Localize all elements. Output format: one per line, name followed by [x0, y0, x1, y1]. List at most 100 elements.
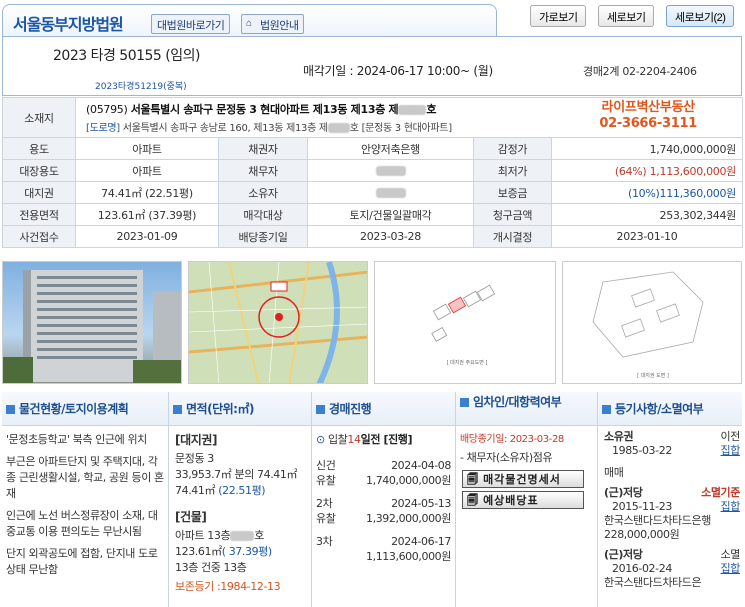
court-tab: 서울동부지방법원 대법원바로가기 ⌂ 법원안내 [2, 4, 497, 36]
progress-row: 2차 2024-05-13 유찰 1,392,000,000원 [316, 496, 451, 526]
progress-row: 3차 2024-06-17 1,113,600,000원 [316, 534, 451, 564]
registry-status: 소멸 [720, 548, 741, 561]
square-bullet-icon [316, 405, 325, 414]
registry-entry: (근)저당 소멸기준 [604, 486, 740, 500]
appraisal-label: 감정가 [473, 137, 552, 160]
floor-plan[interactable]: [ 대지권 주요도면 ] [374, 261, 556, 384]
redacted [398, 105, 427, 115]
preservation-registry: 보존등기 :1984-12-13 [175, 580, 281, 593]
claim-amount-label: 청구금액 [473, 203, 552, 226]
creditor-label: 채권자 [218, 137, 308, 160]
progress-title: 경매진행 [329, 402, 372, 416]
registry-link[interactable]: 집합 [721, 562, 741, 576]
document-icon: 🗐 [467, 474, 479, 486]
court-guide-button[interactable]: ⌂ 법원안내 [241, 14, 305, 34]
registry-status: 이전 [720, 430, 741, 443]
expected-dividend-label: 예상배당표 [483, 495, 539, 507]
progress-row-top: 2차 2024-05-13 [316, 496, 451, 511]
building-area-pyeong: ( 37.39평) [221, 545, 272, 558]
registry-type: (근)저당 [604, 486, 643, 499]
ledger-usage-value: 아파트 [75, 159, 219, 182]
registry-link[interactable]: 집합 [721, 444, 741, 458]
property-header: 물건현황/토지이용계획 [2, 392, 168, 426]
portrait-view2-button[interactable]: 세로보기(2) [666, 5, 735, 27]
related-case-link[interactable]: 2023타경51219(중복) [95, 79, 187, 92]
debtor-label: 채무자 [218, 159, 308, 182]
court-guide-label: 법원안내 [260, 20, 299, 32]
house-icon: ⌂ [246, 18, 252, 29]
appraisal-value: 1,740,000,000원 [550, 137, 744, 160]
property-section: 물건현황/토지이용계획 '문정초등학교' 북측 인근에 위치 부근은 아파트단지… [2, 392, 168, 607]
ledger-usage-label: 대장용도 [2, 159, 76, 182]
registry-entry: (근)저당 소멸 [604, 548, 740, 562]
building-area-sqm: 123.61㎡ [175, 545, 222, 558]
registry-amount: 228,000,000원 [604, 528, 680, 541]
square-bullet-icon [460, 398, 469, 407]
building-unit-text: 아파트 13층 [175, 529, 231, 542]
square-bullet-icon [173, 405, 182, 414]
progress-section: 경매진행 ⊙ 입찰14일전 [진행] 신건 2024-04-08 유찰 1,740,0… [312, 392, 455, 607]
debtor-value [307, 159, 474, 182]
apartment-building-image [3, 270, 181, 383]
usage-label: 용도 [2, 137, 76, 160]
building-unit: 아파트 13층 호 [175, 528, 307, 544]
land-right-value: 74.41㎡ (22.51평) [75, 181, 219, 204]
floor-plan-caption: [ 대지권 주요도면 ] [447, 359, 488, 366]
progress-round: 신건 [316, 459, 336, 472]
address-cell: (05795) 서울특별시 송파구 문정동 3 현대아파트 제13동 제13층 … [74, 97, 744, 138]
dividend-deadline-label: 배당종기일 [218, 225, 308, 248]
court-contact: 경매2계 02-2204-2406 [583, 65, 697, 78]
photo-strip: [ 대지권 주요도면 ] [ 대지권 도면 ] [2, 259, 742, 386]
min-price-percent: (64%) [614, 164, 647, 178]
tenant-body: 배당종기일: 2023-03-28 - 채무자(소유자)점유 🗐 매각물건명세서… [456, 426, 597, 518]
land-area: 74.41㎡ (22.51평) [175, 483, 307, 499]
document-icon: 🗐 [467, 495, 479, 507]
registry-date: 1985-03-22 [612, 444, 672, 457]
progress-price: 1,113,600,000원 [366, 550, 451, 563]
realtor-ad[interactable]: 라이프벽산부동산 02-3666-3111 [599, 100, 697, 132]
commencement-label: 개시결정 [473, 225, 552, 248]
creditor-value: 안양저축은행 [307, 137, 474, 160]
redacted [230, 531, 255, 541]
building-unit-suffix: 호 [254, 529, 264, 542]
building-photo[interactable] [2, 261, 182, 384]
square-bullet-icon [602, 405, 611, 414]
expected-dividend-button[interactable]: 🗐 예상배당표 [462, 491, 584, 509]
sale-details-button[interactable]: 🗐 매각물건명세서 [462, 470, 584, 488]
registry-section: 등기사항/소멸여부 소유권 이전 1985-03-22 집합 매매 (근)저당 소멸기… [598, 392, 742, 607]
owner-value [307, 181, 474, 204]
land-area-sqm: 74.41㎡ [175, 484, 216, 497]
property-desc: 부근은 아파트단지 및 주택지대, 각종 근린생활시설, 학교, 공원 등이 혼… [6, 455, 164, 500]
location-map[interactable] [188, 261, 368, 384]
road-name-tag[interactable]: [도로명] [86, 123, 120, 134]
property-desc: 단지 외곽공도에 접함, 단지내 도로상태 무난함 [6, 547, 158, 576]
progress-round: 2차 [316, 497, 333, 510]
court-shortcut-button[interactable]: 대법원바로가기 [151, 14, 231, 34]
case-number: 2023 타경 50155 (임의) [53, 48, 200, 64]
bid-status-prefix: 입찰 [327, 433, 348, 446]
property-desc: '문정초등학교' 북측 인근에 위치 [6, 433, 147, 446]
land-area-pyeong: (22.51평) [218, 484, 266, 497]
registry-entry: 2016-02-24 집합 [604, 562, 740, 576]
registry-note: 매매 [604, 466, 624, 479]
min-price-amount: 1,113,600,000원 [649, 164, 737, 178]
progress-rows: 신건 2024-04-08 유찰 1,740,000,000원 2차 2024-05-13… [316, 458, 451, 564]
sale-target-label: 매각대상 [218, 203, 308, 226]
portrait-view-button[interactable]: 세로보기 [598, 5, 655, 27]
floor-plan-image: [ 대지권 주요도면 ] [431, 284, 496, 366]
claim-amount-value: 253,302,344원 [550, 203, 744, 226]
case-header: 2023 타경 50155 (임의) 2023타경51219(중복) 매각기일 … [2, 36, 742, 96]
usage-value: 아파트 [75, 137, 219, 160]
redacted [375, 188, 406, 198]
landscape-view-button[interactable]: 가로보기 [530, 5, 587, 27]
min-price-value: (64%) 1,113,600,000원 [550, 159, 744, 182]
land-heading: [대지권] [175, 433, 218, 447]
registry-link[interactable]: 집합 [721, 500, 741, 514]
land-right-label: 대지권 [2, 181, 76, 204]
registry-type: (근)저당 [604, 548, 643, 561]
site-plan[interactable]: [ 대지권 도면 ] [562, 261, 742, 384]
address-jibun: 서울특별시 송파구 문정동 3 현대아파트 제13동 제13층 제 [130, 103, 399, 116]
progress-result: 유찰 [316, 512, 336, 525]
registry-header: 등기사항/소멸여부 [598, 392, 742, 426]
area-body: [대지권] 문정동 3 33,953.7㎡ 분의 74.41㎡ 74.41㎡ (… [169, 426, 311, 601]
